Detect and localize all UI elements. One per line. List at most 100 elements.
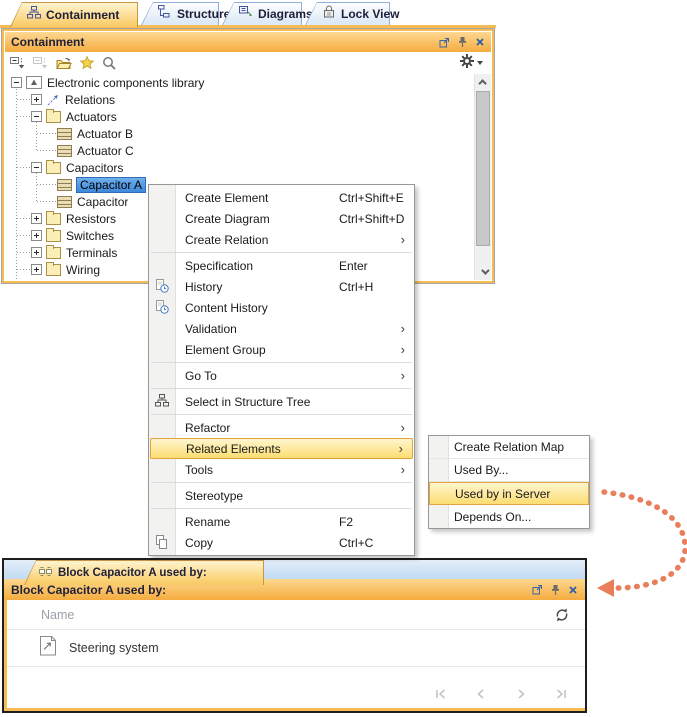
tab-structure[interactable]: Structure bbox=[141, 2, 230, 25]
menu-item-element-group[interactable]: Element Group › bbox=[149, 339, 414, 360]
next-page-icon[interactable] bbox=[513, 687, 529, 701]
menu-item-go-to[interactable]: Go To › bbox=[149, 365, 414, 386]
submenu-arrow-icon: › bbox=[400, 321, 405, 336]
tree-row[interactable]: Actuator B bbox=[57, 125, 133, 142]
scroll-down-icon[interactable] bbox=[475, 264, 491, 280]
content-history-icon bbox=[155, 300, 169, 314]
first-page-icon[interactable] bbox=[433, 687, 449, 701]
block-icon bbox=[57, 144, 72, 157]
expand-expander-icon[interactable] bbox=[31, 264, 42, 275]
menu-item-select-in-structure-tree[interactable]: Select in Structure Tree bbox=[149, 391, 414, 412]
menu-item-history[interactable]: History Ctrl+H bbox=[149, 276, 414, 297]
tree-guide-line bbox=[36, 173, 37, 202]
menu-item-related-elements[interactable]: Related Elements › bbox=[150, 438, 413, 459]
tree-row[interactable]: Capacitors bbox=[31, 159, 123, 176]
name-filter-row: Name bbox=[7, 600, 585, 630]
lock-view-icon bbox=[322, 5, 336, 23]
collapse-expander-icon[interactable] bbox=[11, 77, 22, 88]
submenu-item-create-relation-map[interactable]: Create Relation Map bbox=[429, 436, 589, 459]
settings-gear-icon[interactable] bbox=[460, 53, 474, 73]
menu-item-refactor[interactable]: Refactor › bbox=[149, 417, 414, 438]
tree-row[interactable]: Relations bbox=[31, 91, 115, 108]
tab-containment[interactable]: Containment bbox=[10, 2, 138, 27]
collapse-selected-icon[interactable] bbox=[10, 56, 25, 70]
expand-expander-icon[interactable] bbox=[31, 247, 42, 258]
result-row-steering-system[interactable]: Steering system bbox=[7, 630, 585, 667]
panel-title: Containment bbox=[11, 35, 85, 49]
folder-icon bbox=[46, 108, 61, 123]
favorites-star-icon[interactable] bbox=[80, 56, 94, 70]
containment-toolbar bbox=[5, 52, 491, 74]
tree-row[interactable]: Electronic components library bbox=[11, 74, 204, 91]
menu-item-tools[interactable]: Tools › bbox=[149, 459, 414, 480]
containment-header: Containment bbox=[5, 32, 491, 52]
submenu-arrow-icon: › bbox=[400, 368, 405, 383]
menu-item-content-history[interactable]: Content History bbox=[149, 297, 414, 318]
tab-label: Block Capacitor A used by: bbox=[58, 566, 207, 579]
model-icon bbox=[26, 76, 42, 89]
previous-page-icon[interactable] bbox=[473, 687, 489, 701]
float-window-icon[interactable] bbox=[532, 584, 543, 595]
collapse-expander-icon[interactable] bbox=[31, 111, 42, 122]
menu-item-stereotype[interactable]: Stereotype bbox=[149, 485, 414, 506]
menu-item-rename[interactable]: Rename F2 bbox=[149, 511, 414, 532]
last-page-icon[interactable] bbox=[553, 687, 569, 701]
menu-item-create-element[interactable]: Create Element Ctrl+Shift+E bbox=[149, 187, 414, 208]
menu-separator bbox=[151, 508, 412, 509]
block-icon bbox=[57, 195, 72, 208]
expand-expander-icon[interactable] bbox=[31, 94, 42, 105]
menu-item-copy[interactable]: Copy Ctrl+C bbox=[149, 532, 414, 553]
tree-row[interactable]: Terminals bbox=[31, 244, 117, 261]
containment-tree-icon bbox=[27, 5, 41, 24]
tree-row[interactable]: Switches bbox=[31, 227, 114, 244]
tab-block-capacitor-a-used-by[interactable]: Block Capacitor A used by: bbox=[24, 560, 264, 585]
float-window-icon[interactable] bbox=[439, 37, 450, 48]
folder-icon bbox=[46, 244, 61, 259]
close-icon[interactable] bbox=[475, 37, 485, 47]
menu-separator bbox=[151, 482, 412, 483]
dropdown-caret-icon[interactable] bbox=[477, 61, 483, 65]
used-by-results-panel: Block Capacitor A used by: Block Capacit… bbox=[2, 558, 587, 713]
tree-row[interactable]: Resistors bbox=[31, 210, 116, 227]
menu-item-validation[interactable]: Validation › bbox=[149, 318, 414, 339]
pin-icon[interactable] bbox=[551, 584, 560, 596]
menu-separator bbox=[151, 362, 412, 363]
collapse-expander-icon[interactable] bbox=[31, 162, 42, 173]
menu-item-specification[interactable]: Specification Enter bbox=[149, 255, 414, 276]
search-icon[interactable] bbox=[102, 56, 116, 70]
pin-icon[interactable] bbox=[458, 36, 467, 48]
menu-item-create-relation[interactable]: Create Relation › bbox=[149, 229, 414, 250]
structure-tree-icon bbox=[158, 4, 172, 23]
diagrams-icon bbox=[239, 5, 253, 23]
tree-row[interactable]: Actuator C bbox=[57, 142, 134, 159]
pagination-bar bbox=[7, 680, 585, 708]
panel-tab-bar: Containment Structure Diagrams Lock View bbox=[0, 0, 497, 28]
menu-item-create-diagram[interactable]: Create Diagram Ctrl+Shift+D bbox=[149, 208, 414, 229]
tab-diagrams[interactable]: Diagrams bbox=[222, 2, 313, 25]
tab-label: Containment bbox=[46, 7, 120, 22]
usage-element-icon bbox=[39, 635, 57, 661]
tree-row[interactable]: Wiring bbox=[31, 261, 100, 278]
vertical-scrollbar[interactable] bbox=[474, 74, 491, 280]
tree-row[interactable]: Capacitor bbox=[57, 193, 128, 210]
scroll-up-icon[interactable] bbox=[475, 74, 491, 90]
folder-icon bbox=[46, 210, 61, 225]
open-resource-icon[interactable] bbox=[56, 57, 72, 70]
block-icon bbox=[57, 127, 72, 140]
tab-label: Lock View bbox=[341, 6, 400, 21]
tree-guide-line bbox=[36, 122, 37, 151]
submenu-arrow-icon: › bbox=[400, 462, 405, 477]
expand-expander-icon[interactable] bbox=[31, 213, 42, 224]
tree-row[interactable]: Actuators bbox=[31, 108, 117, 125]
name-filter-input[interactable]: Name bbox=[41, 608, 74, 622]
app-window: Containment Structure Diagrams Lock View bbox=[0, 0, 687, 717]
block-icon bbox=[57, 178, 72, 191]
submenu-arrow-icon: › bbox=[400, 420, 405, 435]
tree-row[interactable]: Code Engineering bbox=[31, 278, 147, 281]
tree-row-selected[interactable]: Capacitor A bbox=[57, 176, 147, 193]
tab-lock-view[interactable]: Lock View bbox=[305, 2, 399, 25]
expand-expander-icon[interactable] bbox=[31, 230, 42, 241]
scrollbar-thumb[interactable] bbox=[476, 91, 490, 246]
refresh-icon[interactable] bbox=[553, 606, 571, 624]
callout-arrow bbox=[597, 489, 687, 597]
